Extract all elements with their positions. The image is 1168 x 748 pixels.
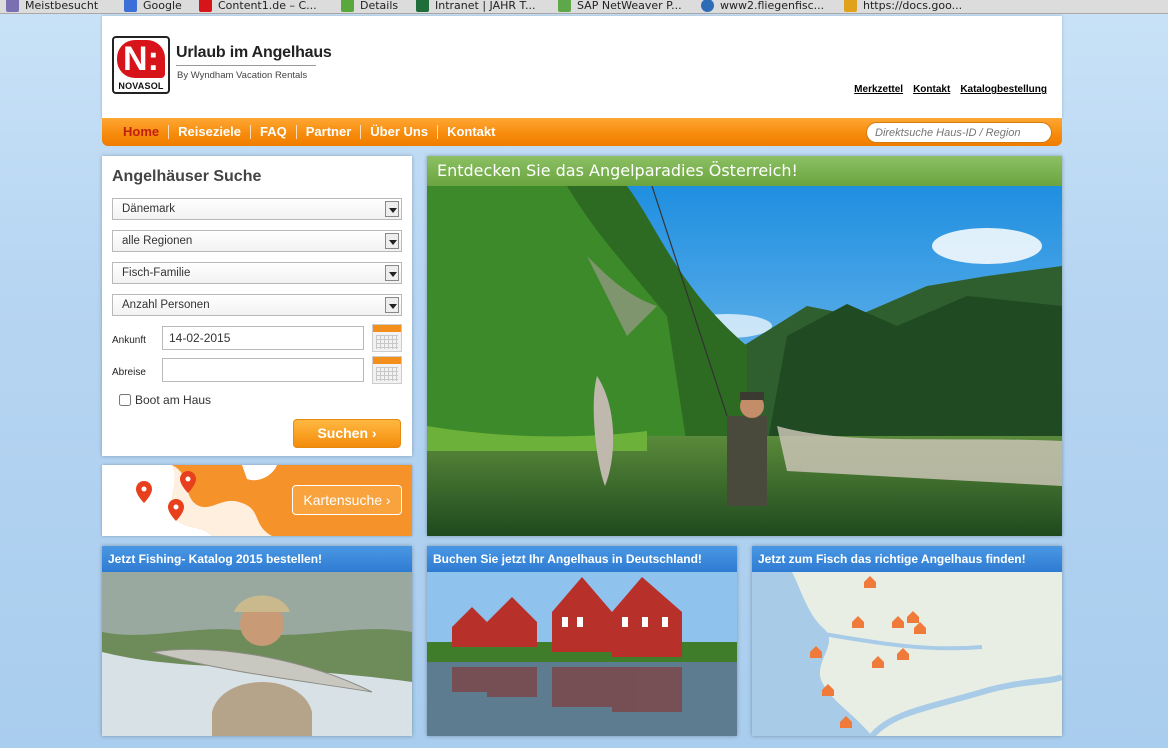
region-select-value: alle Regionen: [122, 235, 193, 247]
hero-image: [427, 186, 1062, 536]
nav-reiseziele[interactable]: Reiseziele: [169, 125, 251, 139]
bookmark-content1[interactable]: Content1.de – C...: [199, 0, 317, 13]
link-katalogbestellung[interactable]: Katalogbestellung: [960, 84, 1047, 95]
link-kontakt[interactable]: Kontakt: [913, 84, 950, 95]
calendar-icon[interactable]: [372, 356, 402, 384]
main-nav: Home Reiseziele FAQ Partner Über Uns Kon…: [102, 118, 1062, 146]
link-merkzettel[interactable]: Merkzettel: [854, 84, 903, 95]
brand-subtitle: By Wyndham Vacation Rentals: [177, 70, 308, 81]
boat-label: Boot am Haus: [135, 393, 212, 407]
fish-family-select[interactable]: Fisch-Familie: [112, 262, 402, 284]
teaser-catalog-title[interactable]: Jetzt Fishing- Katalog 2015 bestellen!: [102, 546, 412, 572]
arrival-label: Ankunft: [112, 335, 146, 346]
content1-icon: [199, 0, 212, 12]
drive-icon: [844, 0, 857, 12]
bookmark-docs[interactable]: https://docs.goo...: [844, 0, 962, 13]
arrival-date-input[interactable]: [162, 326, 364, 350]
bookmark-intranet[interactable]: Intranet | JAHR T...: [416, 0, 535, 13]
bookmark-sap[interactable]: SAP NetWeaver P...: [558, 0, 682, 13]
map-search-box[interactable]: Kartensuche ›: [102, 465, 412, 536]
nav-ueber-uns[interactable]: Über Uns: [361, 125, 439, 139]
departure-date-input[interactable]: [162, 358, 364, 382]
calendar-icon[interactable]: [372, 324, 402, 352]
hero-banner[interactable]: Entdecken Sie das Angelparadies Österrei…: [427, 156, 1062, 536]
bookmark-google[interactable]: Google: [124, 0, 182, 13]
brand-divider: [176, 65, 316, 66]
nav-kontakt[interactable]: Kontakt: [438, 125, 504, 139]
chevron-down-icon: [385, 297, 399, 313]
bookmark-meistbesucht[interactable]: Meistbesucht: [6, 0, 98, 13]
google-icon: [124, 0, 137, 12]
nav-items: Home Reiseziele FAQ Partner Über Uns Kon…: [114, 118, 504, 146]
bookmarks-bar: Meistbesucht Google Content1.de – C... D…: [0, 0, 1168, 14]
top-links: Merkzettel Kontakt Katalogbestellung: [854, 84, 1047, 95]
teaser-germany-title[interactable]: Buchen Sie jetzt Ihr Angelhaus in Deutsc…: [427, 546, 737, 572]
fish-family-select-value: Fisch-Familie: [122, 267, 191, 279]
boat-checkbox[interactable]: [119, 394, 131, 406]
nav-faq[interactable]: FAQ: [251, 125, 297, 139]
globe-icon: [701, 0, 714, 12]
teaser-map[interactable]: Jetzt zum Fisch das richtige Angelhaus f…: [752, 546, 1062, 736]
nav-home[interactable]: Home: [114, 125, 170, 139]
map-search-button[interactable]: Kartensuche ›: [292, 485, 402, 515]
departure-label: Abreise: [112, 367, 146, 378]
region-select[interactable]: alle Regionen: [112, 230, 402, 252]
intranet-icon: [416, 0, 429, 12]
bookmark-fliegenfischen[interactable]: www2.fliegenfisc...: [701, 0, 824, 13]
country-select-value: Dänemark: [122, 203, 176, 215]
teaser-catalog-image: [102, 572, 412, 736]
site-header: N: NOVASOL Urlaub im Angelhaus By Wyndha…: [102, 16, 1062, 118]
direct-search-input[interactable]: [866, 122, 1052, 143]
page-container: N: NOVASOL Urlaub im Angelhaus By Wyndha…: [102, 16, 1062, 748]
teaser-map-image: [752, 572, 1062, 736]
country-select[interactable]: Dänemark: [112, 198, 402, 220]
sap-icon: [558, 0, 571, 12]
logo-text: NOVASOL: [118, 81, 164, 91]
teaser-germany-image: [427, 572, 737, 736]
folder-icon: [6, 0, 19, 12]
brand-title: Urlaub im Angelhaus: [176, 44, 332, 61]
details-icon: [341, 0, 354, 12]
persons-select-value: Anzahl Personen: [122, 299, 210, 311]
search-panel: Angelhäuser Suche Dänemark alle Regionen…: [102, 156, 412, 456]
teaser-germany[interactable]: Buchen Sie jetzt Ihr Angelhaus in Deutsc…: [427, 546, 737, 736]
nav-partner[interactable]: Partner: [297, 125, 362, 139]
search-title: Angelhäuser Suche: [112, 168, 262, 185]
persons-select[interactable]: Anzahl Personen: [112, 294, 402, 316]
logo-mark: N:: [117, 40, 165, 78]
chevron-down-icon: [385, 201, 399, 217]
novasol-logo[interactable]: N: NOVASOL: [112, 36, 170, 94]
search-button[interactable]: Suchen ›: [293, 419, 401, 448]
hero-title: Entdecken Sie das Angelparadies Österrei…: [427, 156, 1062, 186]
teaser-catalog[interactable]: Jetzt Fishing- Katalog 2015 bestellen!: [102, 546, 412, 736]
teaser-map-title[interactable]: Jetzt zum Fisch das richtige Angelhaus f…: [752, 546, 1062, 572]
bookmark-details[interactable]: Details: [341, 0, 398, 13]
chevron-down-icon: [385, 233, 399, 249]
chevron-down-icon: [385, 265, 399, 281]
boat-option[interactable]: Boot am Haus: [119, 393, 211, 407]
